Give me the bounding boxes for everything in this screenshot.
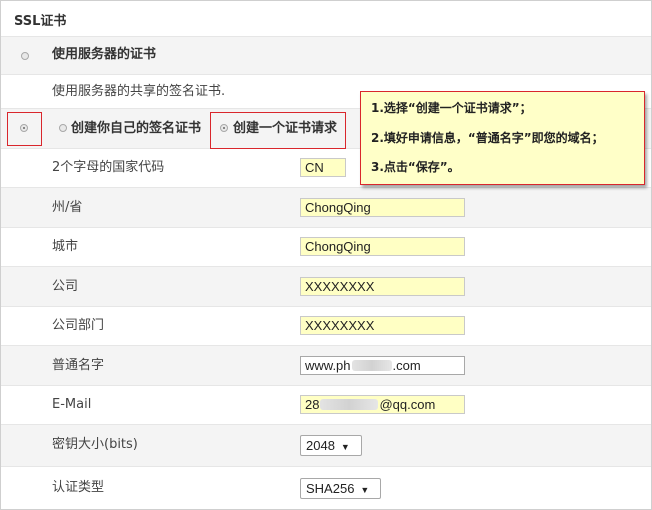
redacted-text (320, 399, 379, 410)
form-row-company: 公司 XXXXXXXX (1, 267, 651, 307)
form-row-email: E-Mail 28 @qq.com (1, 386, 651, 425)
form-row-key-size: 密钥大小(bits) 2048 ▼ (1, 425, 651, 467)
email-value-suffix: @qq.com (379, 397, 436, 412)
create-request-label[interactable]: 创建一个证书请求 (233, 120, 337, 138)
key-size-select[interactable]: 2048 ▼ (300, 435, 362, 456)
department-input[interactable]: XXXXXXXX (300, 316, 465, 335)
city-label: 城市 (52, 239, 79, 254)
instruction-callout: 1.选择“创建一个证书请求”； 2.填好申请信息，“普通名字”即您的域名； 3.… (360, 91, 645, 185)
ssl-certificate-panel: SSL证书 使用服务器的证书 使用服务器的共享的签名证书. 创建你自己的签名证书… (0, 0, 652, 510)
dropdown-arrow-icon: ▼ (360, 485, 370, 495)
email-input[interactable]: 28 @qq.com (300, 395, 465, 414)
create-cert-radio[interactable] (20, 124, 28, 132)
company-label: 公司 (52, 279, 79, 294)
form-row-department: 公司部门 XXXXXXXX (1, 307, 651, 346)
state-input[interactable]: ChongQing (300, 198, 465, 217)
city-input[interactable]: ChongQing (300, 237, 465, 256)
create-request-radio[interactable] (220, 124, 228, 132)
key-size-label: 密钥大小(bits) (52, 437, 138, 452)
country-code-input[interactable]: CN (300, 158, 346, 177)
department-label: 公司部门 (52, 318, 105, 333)
section-title: SSL证书 (14, 14, 67, 29)
instruction-step-3: 3.点击“保存”。 (371, 160, 460, 174)
key-size-value: 2048 (306, 438, 335, 453)
instruction-step-1: 1.选择“创建一个证书请求”； (371, 101, 532, 115)
use-server-cert-radio[interactable] (21, 52, 29, 60)
common-name-label: 普通名字 (52, 358, 105, 373)
form-row-auth-type: 认证类型 SHA256 ▼ (1, 467, 651, 509)
auth-type-label: 认证类型 (52, 480, 105, 495)
redacted-text (351, 360, 392, 371)
state-label: 州/省 (52, 200, 83, 215)
instruction-step-2: 2.填好申请信息，“普通名字”即您的域名； (371, 131, 604, 145)
use-server-cert-label: 使用服务器的证书 (52, 47, 157, 62)
form-row-common-name: 普通名字 www.ph .com (1, 346, 651, 386)
self-signed-cert-label[interactable]: 创建你自己的签名证书 (71, 120, 201, 138)
auth-type-select[interactable]: SHA256 ▼ (300, 478, 381, 499)
use-server-cert-description: 使用服务器的共享的签名证书. (52, 84, 226, 99)
form-row-state: 州/省 ChongQing (1, 188, 651, 228)
use-server-cert-row[interactable]: 使用服务器的证书 (1, 37, 651, 75)
common-name-value-prefix: www.ph (305, 358, 351, 373)
country-code-label: 2个字母的国家代码 (52, 160, 165, 175)
common-name-value-suffix: .com (392, 358, 421, 373)
self-signed-cert-radio[interactable] (59, 124, 67, 132)
email-label: E-Mail (52, 397, 92, 412)
auth-type-value: SHA256 (306, 481, 355, 496)
form-row-city: 城市 ChongQing (1, 228, 651, 267)
dropdown-arrow-icon: ▼ (340, 442, 350, 452)
section-header: SSL证书 (1, 1, 651, 37)
email-value-prefix: 28 (305, 397, 320, 412)
company-input[interactable]: XXXXXXXX (300, 277, 465, 296)
common-name-input[interactable]: www.ph .com (300, 356, 465, 375)
